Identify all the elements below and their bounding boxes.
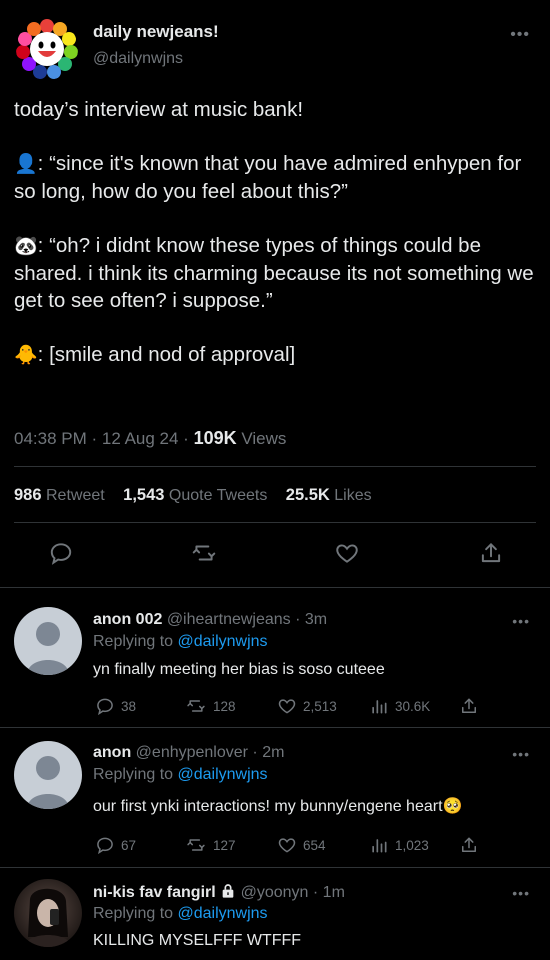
like-icon — [278, 838, 296, 853]
tweet-actions — [0, 538, 550, 574]
likes-stat[interactable]: 25.5K Likes — [285, 486, 372, 504]
reply-actions: 67 127 654 1,023 — [93, 835, 523, 859]
reply-count: 38 — [121, 698, 137, 714]
replying-label: Replying to — [93, 633, 178, 650]
reply-author-name: anon — [93, 744, 132, 761]
reply-handle: @yoonyn · 1m — [240, 884, 345, 901]
retweet-label: Retweet — [45, 487, 105, 504]
reply-text: yn finally meeting her bias is soso cute… — [93, 661, 385, 678]
replying-label: Replying to — [93, 766, 178, 783]
avatar[interactable] — [14, 741, 82, 809]
reply-text: our first ynki interactions! my bunny/en… — [93, 798, 463, 815]
share-icon — [462, 837, 476, 852]
retweet-icon — [187, 839, 205, 851]
reply-count: 67 — [121, 837, 137, 853]
timestamp[interactable]: 04:38 PM · 12 Aug 24 · — [14, 429, 194, 448]
retweet-count: 986 — [14, 486, 42, 504]
retweet-button[interactable]: 128 — [185, 696, 236, 716]
lock-icon — [222, 884, 234, 898]
reply-text: KILLING MYSELFFF WTFFF — [93, 932, 302, 949]
replying-to: Replying to @dailynwjns — [93, 766, 268, 784]
replying-to: Replying to @dailynwjns — [93, 633, 268, 651]
like-button[interactable]: 2,513 — [277, 696, 337, 716]
reply-tweet[interactable]: ni-kis fav fangirl @yoonyn · 1m ••• Repl… — [0, 869, 550, 960]
views-button[interactable]: 30.6K — [369, 696, 430, 716]
tweet-line-question: 👤: “since it's known that you have admir… — [14, 150, 542, 205]
views-count: 109K — [193, 428, 237, 448]
mention-link[interactable]: @dailynwjns — [178, 766, 268, 783]
retweet-icon — [187, 700, 205, 712]
like-button[interactable]: 654 — [277, 835, 326, 855]
retweet-count: 128 — [213, 698, 236, 714]
likes-label: Likes — [334, 487, 372, 504]
reply-handle: @enhypenlover · 2m — [135, 744, 285, 761]
share-icon — [462, 698, 476, 713]
share-button[interactable] — [459, 835, 479, 855]
reply-icon — [97, 837, 113, 855]
more-icon[interactable]: ••• — [512, 613, 530, 629]
views-label: Views — [236, 429, 287, 448]
retweet-icon[interactable] — [189, 538, 219, 568]
likes-count: 25.5K — [285, 486, 330, 504]
share-button[interactable] — [459, 696, 479, 716]
retweet-count: 127 — [213, 837, 236, 853]
quote-count: 1,543 — [123, 486, 165, 504]
more-icon[interactable]: ••• — [510, 26, 530, 44]
reply-button[interactable]: 38 — [95, 696, 136, 716]
like-count: 2,513 — [303, 698, 337, 714]
views-icon — [372, 700, 387, 714]
tweet-line-answer: 🐼: “oh? i didnt know these types of thin… — [14, 232, 542, 314]
views-icon — [372, 839, 387, 853]
replying-label: Replying to — [93, 905, 178, 922]
avatar[interactable] — [14, 607, 82, 675]
like-icon[interactable] — [332, 538, 362, 568]
chick-icon: 🐥 — [14, 345, 38, 366]
answer-text: : “oh? i didnt know these types of thing… — [14, 234, 534, 312]
panda-icon: 🐼 — [14, 236, 38, 257]
reply-author-name: anon 002 — [93, 611, 163, 628]
engagement-stats: 986 Retweet 1,543 Quote Tweets 25.5K Lik… — [14, 486, 386, 505]
reply-author[interactable]: anon @enhypenlover · 2m — [93, 744, 284, 762]
avatar[interactable] — [14, 879, 82, 947]
more-icon[interactable]: ••• — [512, 746, 530, 762]
like-count: 654 — [303, 837, 326, 853]
reply-button[interactable]: 67 — [95, 835, 136, 855]
replying-to: Replying to @dailynwjns — [93, 905, 268, 923]
reply-handle: @iheartnewjeans · 3m — [166, 611, 328, 628]
retweet-stat[interactable]: 986 Retweet — [14, 486, 105, 504]
share-icon[interactable] — [476, 538, 506, 568]
views-count: 1,023 — [395, 837, 429, 853]
like-icon — [278, 699, 296, 714]
views-button[interactable]: 1,023 — [369, 835, 429, 855]
views-count: 30.6K — [395, 698, 431, 714]
author-handle[interactable]: @dailynwjns — [93, 50, 183, 68]
reply-actions: 38 128 2,513 30.6K — [93, 696, 523, 720]
tweet-text: today’s interview at music bank! 👤: “sin… — [14, 96, 542, 396]
main-tweet: daily newjeans! @dailynwjns ••• today’s … — [0, 0, 550, 588]
author-name[interactable]: daily newjeans! — [93, 22, 219, 42]
divider — [14, 522, 536, 523]
author-avatar[interactable] — [16, 18, 78, 80]
person-icon: 👤 — [14, 154, 38, 175]
reply-icon — [97, 698, 113, 716]
reply-author-name: ni-kis fav fangirl — [93, 884, 216, 901]
mention-link[interactable]: @dailynwjns — [178, 633, 268, 650]
more-icon[interactable]: ••• — [512, 885, 530, 901]
reply-icon[interactable] — [46, 538, 76, 568]
tweet-line-intro: today’s interview at music bank! — [14, 98, 304, 121]
divider — [14, 466, 536, 467]
reply-author[interactable]: ni-kis fav fangirl @yoonyn · 1m — [93, 883, 345, 902]
reply-author[interactable]: anon 002 @iheartnewjeans · 3m — [93, 611, 327, 629]
quote-stat[interactable]: 1,543 Quote Tweets — [123, 486, 268, 504]
retweet-button[interactable]: 127 — [185, 835, 236, 855]
quote-label: Quote Tweets — [168, 487, 268, 504]
tweet-line-reaction: 🐥: [smile and nod of approval] — [14, 341, 542, 369]
reply-tweet[interactable]: anon 002 @iheartnewjeans · 3m ••• Replyi… — [0, 589, 550, 728]
reply-tweet[interactable]: anon @enhypenlover · 2m ••• Replying to … — [0, 729, 550, 868]
tweet-meta: 04:38 PM · 12 Aug 24 · 109K Views — [14, 428, 286, 449]
reaction-text: : [smile and nod of approval] — [37, 343, 296, 366]
mention-link[interactable]: @dailynwjns — [178, 905, 268, 922]
question-text: : “since it's known that you have admire… — [14, 152, 522, 203]
